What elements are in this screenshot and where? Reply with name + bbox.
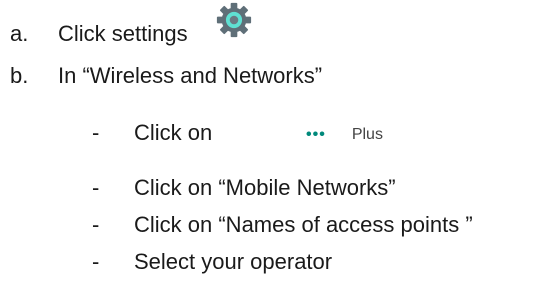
step-a-text: Click settings — [58, 21, 188, 46]
substep-3-marker: - — [92, 212, 100, 237]
plus-label: Plus — [351, 126, 383, 143]
gear-icon — [216, 2, 252, 38]
substep-3-text: Click on “Names of access points ” — [134, 212, 473, 237]
step-b-marker: b. — [10, 63, 29, 88]
substep-1-marker: - — [92, 120, 100, 145]
three-dots-icon: ••• — [306, 126, 326, 143]
substep-4-marker: - — [92, 249, 100, 274]
step-b-text: In “Wireless and Networks” — [58, 63, 323, 88]
overflow-menu-plus: ••• Plus — [306, 125, 383, 145]
step-a-marker: a. — [10, 21, 29, 46]
substep-2-text: Click on “Mobile Networks” — [134, 175, 396, 200]
substep-4-text: Select your operator — [134, 249, 333, 274]
substep-2-marker: - — [92, 175, 100, 200]
substep-1-text: Click on — [134, 120, 213, 145]
